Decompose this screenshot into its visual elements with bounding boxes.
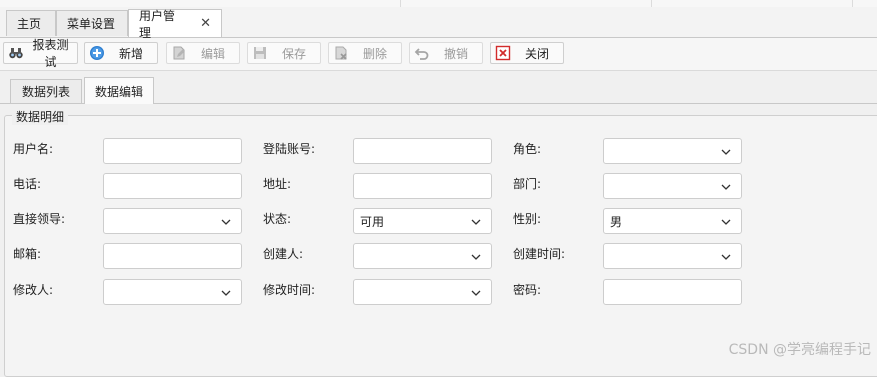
- top-strip-segment: [652, 0, 853, 7]
- phone-input[interactable]: [103, 173, 242, 199]
- tab-label: 主页: [17, 17, 42, 31]
- sub-tab-bar: 数据列表 数据编辑: [0, 75, 877, 104]
- button-label: 删除: [362, 46, 387, 61]
- toolbar: 报表测试 新增 编辑 保存 删除 撤销 关闭: [0, 38, 877, 71]
- button-label: 保存: [281, 46, 306, 61]
- modify-time-label: 修改时间:: [263, 283, 316, 297]
- modifier-select[interactable]: [103, 279, 242, 305]
- email-label: 邮箱:: [13, 247, 42, 261]
- undo-icon: [414, 45, 430, 61]
- create-time-picker[interactable]: [603, 243, 742, 269]
- status-label: 状态:: [263, 212, 292, 226]
- creator-select[interactable]: [353, 243, 492, 269]
- button-label: 撤销: [443, 46, 468, 61]
- floppy-icon: [252, 45, 268, 61]
- account-input[interactable]: [353, 138, 492, 164]
- tab-label: 数据列表: [21, 85, 70, 99]
- username-label: 用户名:: [13, 142, 54, 156]
- role-label: 角色:: [513, 142, 542, 156]
- chevron-down-icon: [221, 219, 231, 225]
- department-select[interactable]: [603, 173, 742, 199]
- tab-home[interactable]: 主页: [6, 10, 56, 36]
- tab-menu-settings[interactable]: 菜单设置: [56, 10, 128, 36]
- status-value: 可用: [360, 214, 385, 229]
- pencil-icon: [171, 45, 187, 61]
- email-input[interactable]: [103, 243, 242, 269]
- top-strip-segment: [401, 0, 652, 7]
- plus-circle-icon: [89, 45, 105, 61]
- close-icon[interactable]: ✕: [200, 16, 211, 31]
- chevron-down-icon: [471, 254, 481, 260]
- department-label: 部门:: [513, 177, 542, 191]
- modify-time-picker[interactable]: [353, 279, 492, 305]
- binoculars-icon: [8, 45, 24, 61]
- tab-user-management[interactable]: 用户管理 ✕: [128, 9, 222, 40]
- chevron-down-icon: [721, 219, 731, 225]
- chevron-down-icon: [471, 290, 481, 296]
- phone-label: 电话:: [13, 177, 42, 191]
- button-label: 关闭: [524, 46, 549, 61]
- chevron-down-icon: [721, 254, 731, 260]
- top-strip-segment: [0, 0, 401, 7]
- watermark: CSDN @学亮编程手记: [728, 342, 871, 358]
- tab-label: 菜单设置: [67, 17, 116, 31]
- password-input[interactable]: [603, 279, 742, 305]
- tab-data-edit[interactable]: 数据编辑: [84, 77, 154, 104]
- leader-label: 直接领导:: [13, 212, 66, 226]
- add-button[interactable]: 新增: [84, 42, 158, 64]
- delete-icon: [333, 45, 349, 61]
- status-select[interactable]: 可用: [353, 208, 492, 234]
- button-label: 报表测试: [32, 38, 69, 69]
- tab-label: 用户管理: [139, 8, 176, 40]
- delete-button[interactable]: 删除: [328, 42, 402, 64]
- leader-select[interactable]: [103, 208, 242, 234]
- gender-value: 男: [610, 214, 623, 229]
- undo-button[interactable]: 撤销: [409, 42, 483, 64]
- button-label: 新增: [118, 46, 143, 61]
- gender-select[interactable]: 男: [603, 208, 742, 234]
- tab-label: 数据编辑: [94, 84, 143, 99]
- chevron-down-icon: [471, 219, 481, 225]
- main-tab-bar: 主页 菜单设置 用户管理 ✕: [0, 7, 877, 40]
- create-time-label: 创建时间:: [513, 247, 566, 261]
- modifier-label: 修改人:: [13, 283, 54, 297]
- tab-data-list[interactable]: 数据列表: [10, 79, 82, 103]
- password-label: 密码:: [513, 283, 542, 297]
- button-label: 编辑: [200, 46, 225, 61]
- group-title: 数据明细: [12, 108, 69, 125]
- save-button[interactable]: 保存: [247, 42, 321, 64]
- account-label: 登陆账号:: [263, 142, 316, 156]
- chevron-down-icon: [221, 290, 231, 296]
- creator-label: 创建人:: [263, 247, 304, 261]
- address-label: 地址:: [263, 177, 292, 191]
- close-box-icon: [495, 45, 511, 61]
- role-select[interactable]: [603, 138, 742, 164]
- username-input[interactable]: [103, 138, 242, 164]
- close-button[interactable]: 关闭: [490, 42, 564, 64]
- gender-label: 性别:: [513, 212, 542, 226]
- edit-button[interactable]: 编辑: [166, 42, 240, 64]
- address-input[interactable]: [353, 173, 492, 199]
- chevron-down-icon: [721, 149, 731, 155]
- chevron-down-icon: [721, 184, 731, 190]
- report-test-button[interactable]: 报表测试: [3, 38, 78, 69]
